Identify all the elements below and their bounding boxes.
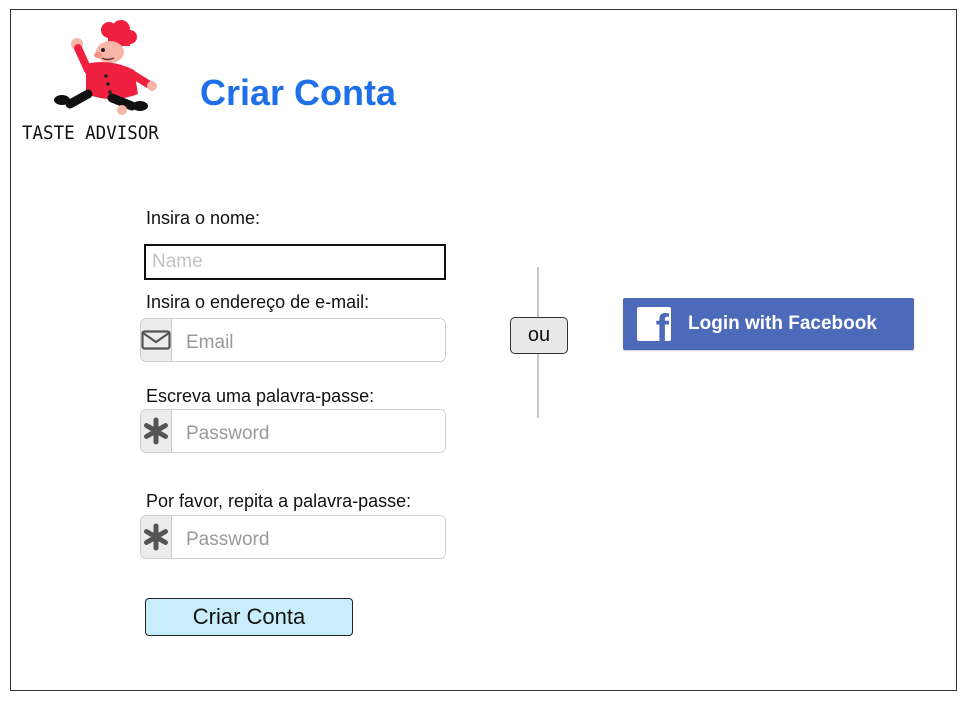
asterisk-icon	[141, 516, 172, 558]
repeat-password-input[interactable]	[172, 516, 445, 558]
envelope-icon	[141, 319, 172, 361]
divider-line-bottom	[537, 354, 539, 418]
facebook-f-icon: f	[637, 307, 671, 341]
name-input[interactable]	[144, 244, 446, 280]
asterisk-icon	[141, 410, 172, 452]
taste-advisor-logo: TASTE ADVISOR	[22, 20, 184, 146]
facebook-login-button[interactable]: f Login with Facebook	[623, 298, 914, 350]
password-field[interactable]	[140, 409, 446, 453]
chef-icon	[54, 20, 157, 115]
divider-line-top	[537, 267, 539, 317]
name-label: Insira o nome:	[146, 208, 261, 228]
repeat-password-field[interactable]	[140, 515, 446, 559]
facebook-login-label: Login with Facebook	[688, 313, 877, 334]
password-input[interactable]	[172, 410, 445, 452]
email-input[interactable]	[172, 319, 445, 361]
or-divider: ou	[510, 317, 568, 354]
create-account-button[interactable]: Criar Conta	[145, 598, 353, 636]
repeat-password-label: Por favor, repita a palavra-passe:	[146, 491, 412, 511]
page-title: Criar Conta	[200, 72, 397, 113]
brand-name: TASTE ADVISOR	[22, 122, 159, 144]
email-label: Insira o endereço de e-mail:	[146, 292, 370, 312]
email-field[interactable]	[140, 318, 446, 362]
password-label: Escreva uma palavra-passe:	[146, 386, 375, 406]
